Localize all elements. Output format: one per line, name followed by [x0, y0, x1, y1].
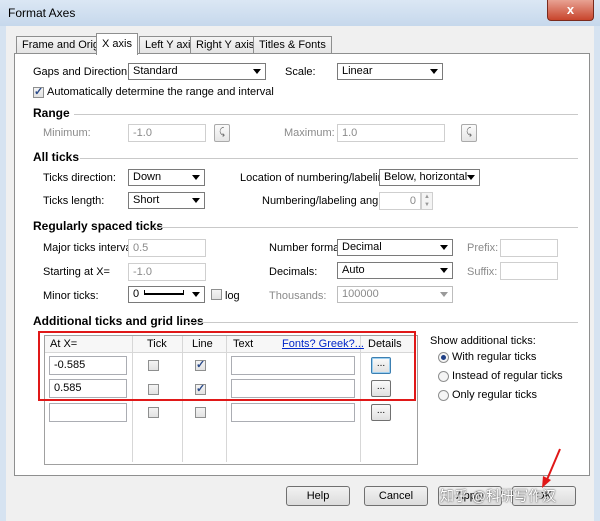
gaps-label: Gaps and Direction:: [33, 66, 131, 78]
ticks-direction-label: Ticks direction:: [43, 172, 116, 184]
location-label: Location of numbering/labeling:: [240, 172, 393, 184]
suffix-label: Suffix:: [467, 266, 498, 278]
ticks-direction-select[interactable]: Down: [128, 169, 205, 186]
help-button[interactable]: Help: [286, 486, 350, 506]
scale-value: Linear: [342, 65, 373, 77]
magic-wand-icon[interactable]: ⤹: [461, 124, 477, 142]
show-additional-label: Show additional ticks:: [430, 335, 536, 347]
thousands-select[interactable]: 100000: [337, 286, 453, 303]
magic-wand-icon[interactable]: ⤹: [214, 124, 230, 142]
text-input[interactable]: [231, 403, 355, 422]
angle-label: Numbering/labeling angle:: [262, 195, 390, 207]
chevron-down-icon: [467, 175, 475, 180]
close-button[interactable]: x: [547, 0, 594, 21]
maximum-label: Maximum:: [284, 127, 335, 139]
radio-only-regular[interactable]: [438, 390, 449, 401]
cancel-button[interactable]: Cancel: [364, 486, 428, 506]
radio-with-regular[interactable]: [438, 352, 449, 363]
ticks-length-select[interactable]: Short: [128, 192, 205, 209]
red-arrow-icon: [542, 448, 561, 488]
all-ticks-heading: All ticks: [33, 150, 80, 164]
thousands-value: 100000: [342, 288, 379, 300]
minimum-label: Minimum:: [43, 127, 91, 139]
only-regular-label: Only regular ticks: [452, 389, 537, 401]
auto-range-label: Automatically determine the range and in…: [47, 86, 274, 98]
tab-right-y-axis[interactable]: Right Y axis: [190, 36, 261, 54]
decimals-select[interactable]: Auto: [337, 262, 453, 279]
angle-input[interactable]: 0: [379, 192, 421, 210]
decimals-label: Decimals:: [269, 266, 318, 278]
scale-select[interactable]: Linear: [337, 63, 443, 80]
minor-ticks-label: Minor ticks:: [43, 290, 99, 302]
regular-ticks-divider: [154, 227, 578, 228]
number-format-value: Decimal: [342, 241, 382, 253]
gaps-select[interactable]: Standard: [128, 63, 266, 80]
location-select[interactable]: Below, horizontal: [379, 169, 480, 186]
tab-titles-fonts[interactable]: Titles & Fonts: [253, 36, 332, 54]
minimum-input[interactable]: -1.0: [128, 124, 206, 142]
number-format-label: Number format:: [269, 242, 346, 254]
chevron-down-icon: [440, 245, 448, 250]
minor-tick-mark: [144, 290, 145, 295]
additional-heading: Additional ticks and grid lines: [33, 314, 204, 328]
range-divider: [74, 114, 578, 115]
minor-ticks-value: 0: [133, 288, 140, 300]
major-interval-input[interactable]: 0.5: [128, 239, 206, 257]
ticks-length-value: Short: [133, 194, 160, 206]
log-label: log: [225, 290, 240, 302]
with-regular-label: With regular ticks: [452, 351, 537, 363]
all-ticks-divider: [80, 158, 578, 159]
number-format-select[interactable]: Decimal: [337, 239, 453, 256]
auto-range-checkbox[interactable]: [33, 85, 44, 98]
instead-regular-label: Instead of regular ticks: [452, 370, 563, 382]
ticks-length-label: Ticks length:: [43, 195, 105, 207]
additional-divider: [186, 322, 578, 323]
log-checkbox[interactable]: [211, 289, 222, 300]
starting-at-input[interactable]: -1.0: [128, 263, 206, 281]
radio-instead-of-regular[interactable]: [438, 371, 449, 382]
details-button[interactable]: ...: [371, 404, 391, 421]
chevron-down-icon: [430, 69, 438, 74]
prefix-label: Prefix:: [467, 242, 499, 254]
chevron-down-icon: [192, 292, 200, 297]
prefix-input[interactable]: [500, 239, 558, 257]
scale-label: Scale:: [285, 66, 316, 78]
ticks-direction-value: Down: [133, 171, 162, 183]
title-bar: [0, 0, 600, 26]
chevron-down-icon: [253, 69, 261, 74]
angle-spinner[interactable]: ▲ ▼: [421, 192, 433, 210]
chevron-down-icon: [440, 292, 448, 297]
starting-at-label: Starting at X=: [43, 266, 110, 278]
minor-ticks-sample-line: [144, 293, 184, 295]
maximum-input[interactable]: 1.0: [337, 124, 445, 142]
chevron-down-icon: [440, 268, 448, 273]
tick-checkbox[interactable]: [148, 407, 159, 418]
thousands-label: Thousands:: [269, 290, 327, 302]
range-heading: Range: [33, 106, 70, 120]
gaps-value: Standard: [133, 65, 178, 77]
line-checkbox[interactable]: [195, 407, 206, 418]
decimals-value: Auto: [342, 264, 365, 276]
chevron-down-icon: [192, 175, 200, 180]
window-title: Format Axes: [8, 6, 76, 20]
major-interval-label: Major ticks interval:: [43, 242, 138, 254]
location-value: Below, horizontal: [384, 171, 468, 183]
suffix-input[interactable]: [500, 262, 558, 280]
at-x-input[interactable]: [49, 403, 127, 422]
regular-ticks-heading: Regularly spaced ticks: [33, 219, 164, 233]
minor-tick-mark: [183, 290, 184, 295]
tab-x-axis[interactable]: X axis: [96, 33, 138, 55]
chevron-down-icon: [192, 198, 200, 203]
highlight-box: [38, 331, 416, 401]
